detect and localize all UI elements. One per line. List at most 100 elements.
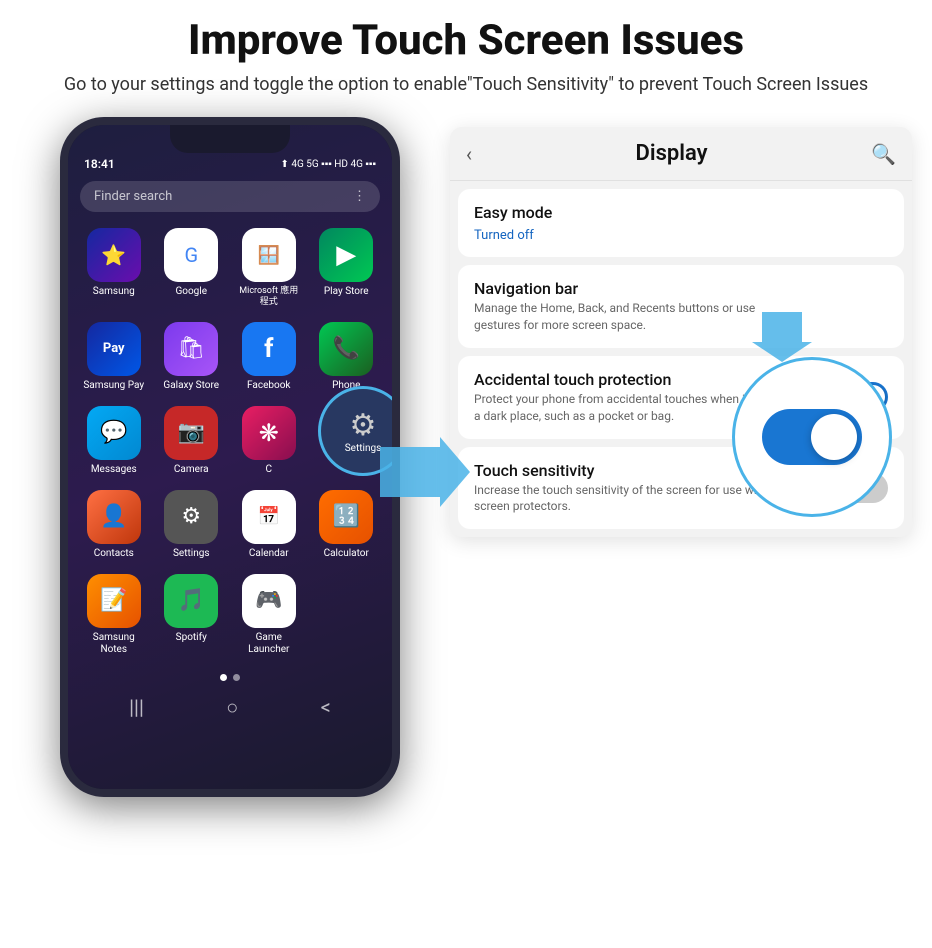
- notes-icon: 📝: [87, 574, 141, 628]
- navbar-section: Navigation bar Manage the Home, Back, an…: [458, 265, 904, 348]
- app-samsung[interactable]: ⭐ Samsung: [82, 228, 146, 308]
- app-calendar[interactable]: 📅 Calendar: [237, 490, 301, 560]
- main-content: 18:41 ⬆ 4G 5G ▪▪▪ HD 4G ▪▪▪ Finder searc…: [0, 107, 932, 797]
- app-phone[interactable]: 📞 Phone: [315, 322, 379, 392]
- accidental-touch-desc: Protect your phone from accidental touch…: [474, 391, 774, 425]
- touch-sensitivity-text: Touch sensitivity Increase the touch sen…: [474, 461, 774, 516]
- status-bar: 18:41 ⬆ 4G 5G ▪▪▪ HD 4G ▪▪▪: [68, 125, 392, 175]
- app-microsoft[interactable]: 🪟 Microsoft 應用程式: [237, 228, 301, 308]
- spotify-label: Spotify: [176, 632, 207, 644]
- microsoft-label: Microsoft 應用程式: [237, 286, 301, 308]
- spotify-icon: 🎵: [164, 574, 218, 628]
- contacts-icon: 👤: [87, 490, 141, 544]
- facebook-icon: f: [242, 322, 296, 376]
- app-calculator[interactable]: 🔢 Calculator: [315, 490, 379, 560]
- calendar-icon: 📅: [242, 490, 296, 544]
- app-contacts[interactable]: 👤 Contacts: [82, 490, 146, 560]
- samsung-icon: ⭐: [87, 228, 141, 282]
- page-header: Improve Touch Screen Issues Go to your s…: [0, 0, 932, 107]
- app-settings-magnified[interactable]: ⚙ Settings ⚙: [315, 406, 379, 476]
- blue-arrow-right: [380, 437, 470, 507]
- status-indicators: ⬆ 4G 5G ▪▪▪ HD 4G ▪▪▪: [280, 159, 376, 170]
- phone-navigation: ||| ○ <: [68, 685, 392, 730]
- dot-2: [233, 674, 240, 681]
- camera-label: Camera: [174, 464, 209, 476]
- game-label: Game Launcher: [237, 632, 301, 656]
- magnified-toggle-wrapper: [732, 357, 892, 517]
- panel-title: Display: [636, 141, 708, 166]
- nav-back-icon[interactable]: <: [321, 695, 331, 720]
- right-panel-wrapper: ‹ Display 🔍 Easy mode Turned off Navigat…: [450, 117, 912, 537]
- navbar-item[interactable]: Navigation bar Manage the Home, Back, an…: [458, 265, 904, 348]
- calendar-label: Calendar: [249, 548, 289, 560]
- contacts-label: Contacts: [94, 548, 134, 560]
- bixby-icon: ❋: [242, 406, 296, 460]
- app-settings[interactable]: ⚙ Settings: [160, 490, 224, 560]
- notes-label: Samsung Notes: [82, 632, 146, 656]
- accidental-touch-title: Accidental touch protection: [474, 370, 774, 389]
- accidental-touch-text: Accidental touch protection Protect your…: [474, 370, 774, 425]
- navbar-text: Navigation bar Manage the Home, Back, an…: [474, 279, 774, 334]
- magnified-toggle[interactable]: [762, 409, 862, 465]
- playstore-label: Play Store: [324, 286, 369, 298]
- app-spotify[interactable]: 🎵 Spotify: [160, 574, 224, 656]
- app-galaxy[interactable]: 🛍 Galaxy Store: [160, 322, 224, 392]
- page-subtitle: Go to your settings and toggle the optio…: [20, 72, 912, 97]
- phone-icon: 📞: [319, 322, 373, 376]
- app-camera[interactable]: 📷 Camera: [160, 406, 224, 476]
- microsoft-icon: 🪟: [242, 228, 296, 282]
- panel-header: ‹ Display 🔍: [450, 127, 912, 181]
- magnified-toggle-circle: [732, 357, 892, 517]
- playstore-icon: ▶: [319, 228, 373, 282]
- app-bixby[interactable]: ❋ C: [237, 406, 301, 476]
- app-game[interactable]: 🎮 Game Launcher: [237, 574, 301, 656]
- nav-menu-icon[interactable]: |||: [129, 695, 144, 720]
- nav-home-icon[interactable]: ○: [226, 695, 238, 720]
- page-dots: [68, 674, 392, 681]
- touch-sensitivity-desc: Increase the touch sensitivity of the sc…: [474, 482, 774, 516]
- facebook-label: Facebook: [247, 380, 290, 392]
- app-google[interactable]: G Google: [160, 228, 224, 308]
- easy-mode-status: Turned off: [474, 228, 534, 243]
- google-label: Google: [175, 286, 207, 298]
- easy-mode-title: Easy mode: [474, 203, 552, 222]
- settings-icon: ⚙: [164, 490, 218, 544]
- navbar-title: Navigation bar: [474, 279, 774, 298]
- back-button[interactable]: ‹: [466, 142, 472, 166]
- phone-device: 18:41 ⬆ 4G 5G ▪▪▪ HD 4G ▪▪▪ Finder searc…: [60, 117, 400, 797]
- app-facebook[interactable]: f Facebook: [237, 322, 301, 392]
- dot-1: [220, 674, 227, 681]
- status-time: 18:41: [84, 157, 115, 171]
- galaxy-label: Galaxy Store: [163, 380, 219, 392]
- app-messages[interactable]: 💬 Messages: [82, 406, 146, 476]
- navbar-desc: Manage the Home, Back, and Recents butto…: [474, 300, 774, 334]
- settings-label: Settings: [173, 548, 210, 560]
- phone-search-bar[interactable]: Finder search ⋮: [80, 181, 380, 212]
- google-icon: G: [164, 228, 218, 282]
- easy-mode-section: Easy mode Turned off: [458, 189, 904, 257]
- easy-mode-item[interactable]: Easy mode Turned off: [458, 189, 904, 257]
- game-icon: 🎮: [242, 574, 296, 628]
- search-dots-icon: ⋮: [353, 189, 366, 204]
- phone-mockup: 18:41 ⬆ 4G 5G ▪▪▪ HD 4G ▪▪▪ Finder searc…: [20, 117, 440, 797]
- messages-label: Messages: [91, 464, 137, 476]
- app-notes[interactable]: 📝 Samsung Notes: [82, 574, 146, 656]
- bixby-label: C: [265, 464, 272, 476]
- calculator-icon: 🔢: [319, 490, 373, 544]
- search-placeholder: Finder search: [94, 189, 172, 204]
- page-title: Improve Touch Screen Issues: [20, 18, 912, 64]
- app-playstore[interactable]: ▶ Play Store: [315, 228, 379, 308]
- camera-icon: 📷: [164, 406, 218, 460]
- app-grid: ⭐ Samsung G Google 🪟 Microsoft 應用程式: [68, 218, 392, 666]
- blue-arrow-down: [752, 312, 812, 362]
- touch-sensitivity-title: Touch sensitivity: [474, 461, 774, 480]
- phone-screen: 18:41 ⬆ 4G 5G ▪▪▪ HD 4G ▪▪▪ Finder searc…: [68, 125, 392, 789]
- pay-label: Samsung Pay: [83, 380, 144, 392]
- easy-mode-text: Easy mode Turned off: [474, 203, 552, 243]
- app-pay[interactable]: Pay Samsung Pay: [82, 322, 146, 392]
- calculator-label: Calculator: [324, 548, 369, 560]
- pay-icon: Pay: [87, 322, 141, 376]
- panel-search-icon[interactable]: 🔍: [871, 142, 896, 166]
- galaxy-icon: 🛍: [164, 322, 218, 376]
- messages-icon: 💬: [87, 406, 141, 460]
